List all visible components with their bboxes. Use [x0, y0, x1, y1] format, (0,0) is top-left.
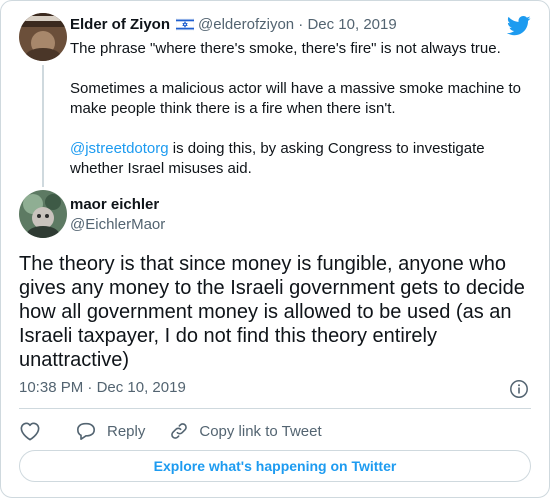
timestamp-separator: · [87, 379, 93, 396]
main-author-avatar[interactable] [19, 190, 67, 238]
parent-paragraph-1: The phrase "where there's smoke, there's… [70, 40, 501, 57]
parent-paragraph-2: Sometimes a malicious actor will have a … [70, 80, 522, 117]
parent-author-avatar[interactable] [19, 13, 67, 61]
tweet-timestamp[interactable]: 10:38 PM · Dec 10, 2019 [19, 379, 186, 396]
tweet-date[interactable]: Dec 10, 2019 [97, 379, 186, 396]
tweet-time[interactable]: 10:38 PM [19, 379, 83, 396]
link-icon [171, 423, 188, 439]
parent-tweet-text: The phrase "where there's smoke, there's… [70, 39, 530, 179]
tweet-actions: Reply Copy link to Tweet [19, 419, 346, 443]
parent-tweet-header: Elder of Ziyon @elderofziyon · Dec 10, 20… [70, 16, 397, 35]
parent-author-name[interactable]: Elder of Ziyon [70, 16, 170, 33]
main-author-name[interactable]: maor eichler [70, 196, 159, 213]
parent-tweet-date[interactable]: Dec 10, 2019 [307, 16, 396, 33]
parent-author-handle[interactable]: @elderofziyon [198, 16, 294, 33]
main-tweet-text: The theory is that since money is fungib… [19, 253, 525, 371]
reply-bubble-icon [77, 422, 95, 440]
info-icon[interactable] [509, 379, 529, 399]
mention-link[interactable]: @jstreetdotorg [70, 140, 169, 157]
heart-icon [20, 422, 40, 441]
copy-link-button[interactable]: Copy link to Tweet [169, 421, 322, 441]
parent-separator: · [298, 16, 304, 33]
parent-paragraph-3: @jstreetdotorg is doing this, by asking … [70, 139, 530, 179]
thread-connector-line [42, 65, 44, 187]
israel-flag-icon [175, 17, 195, 35]
reply-label[interactable]: Reply [107, 423, 145, 440]
main-author-handle[interactable]: @EichlerMaor [70, 216, 165, 233]
copy-link-label[interactable]: Copy link to Tweet [199, 423, 321, 440]
explore-twitter-button[interactable]: Explore what's happening on Twitter [19, 450, 531, 482]
tweet-embed-card: Elder of Ziyon @elderofziyon · Dec 10, 20… [0, 0, 550, 498]
twitter-bird-icon[interactable] [506, 15, 531, 37]
like-button[interactable] [19, 421, 51, 441]
reply-button[interactable]: Reply [75, 421, 145, 441]
divider [19, 408, 531, 409]
